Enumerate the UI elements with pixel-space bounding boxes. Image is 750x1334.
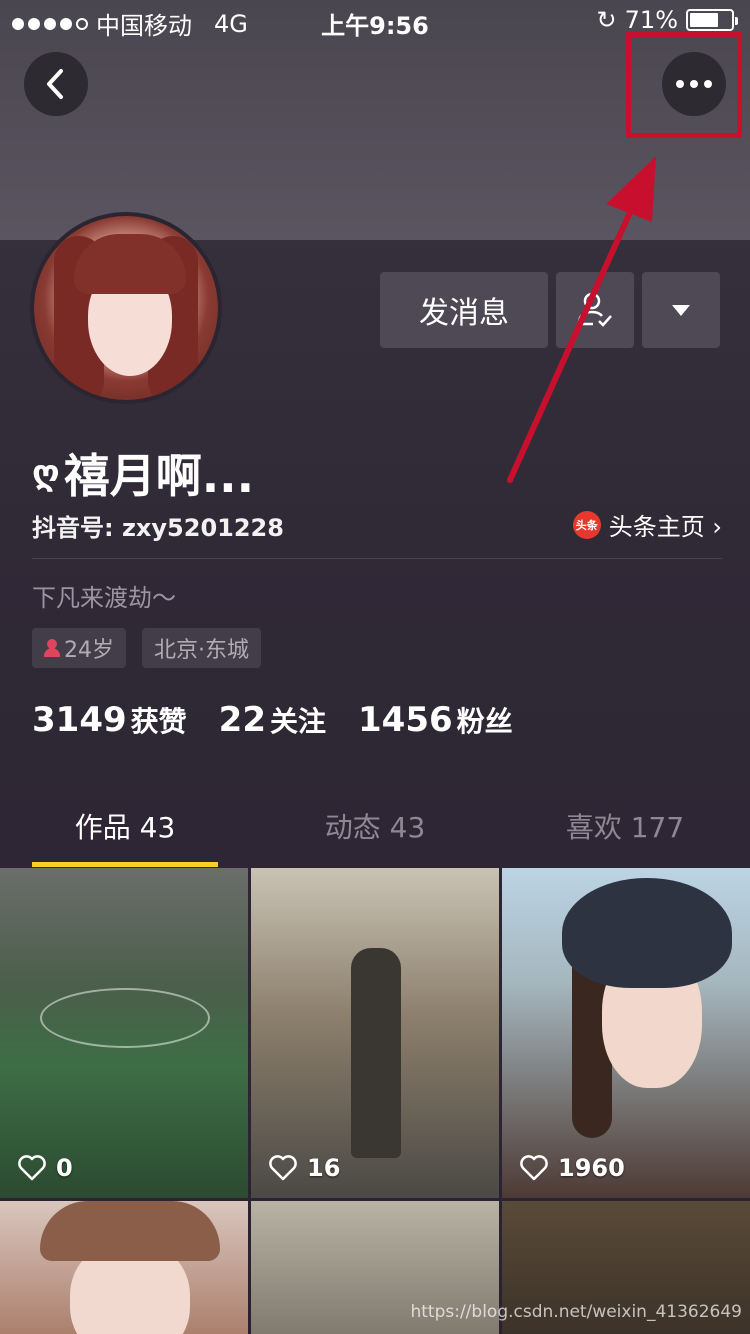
toutiao-homepage-link[interactable]: 头条 头条主页 › <box>572 507 722 542</box>
caret-down-icon <box>672 304 690 316</box>
content-tabs: 作品 43 动态 43 喜欢 177 <box>0 806 750 868</box>
stats: 3149 获赞 22 关注 1456 粉丝 <box>32 700 513 740</box>
user-check-icon <box>577 292 612 327</box>
recommend-dropdown-button[interactable] <box>642 272 720 348</box>
like-count-value: 0 <box>56 1154 73 1182</box>
age-tag: 24岁 <box>32 628 126 668</box>
like-count: 0 <box>18 1154 73 1182</box>
chevron-left-icon <box>47 69 63 99</box>
battery-percent: 71% <box>624 6 678 34</box>
video-thumbnail[interactable] <box>0 1201 248 1334</box>
nickname: ღ 禧月啊... <box>32 440 254 506</box>
bio: 下凡来渡劫～ <box>32 584 176 612</box>
stat-num: 22 <box>218 700 266 740</box>
heart-icon <box>18 1155 46 1181</box>
heart-icon <box>269 1155 297 1181</box>
nickname-prefix: ღ <box>32 453 60 493</box>
age-label: 24岁 <box>64 638 114 663</box>
like-count: 1960 <box>520 1154 625 1182</box>
status-right: ↻ 71% <box>596 6 738 34</box>
like-count-value: 1960 <box>558 1154 625 1182</box>
female-icon <box>44 639 60 657</box>
divider <box>32 558 722 559</box>
stat-label: 获赞 <box>130 705 187 738</box>
send-message-button[interactable]: 发消息 <box>380 272 548 348</box>
toutiao-icon: 头条 <box>572 510 601 539</box>
douyin-id: 抖音号: zxy5201228 <box>32 514 284 542</box>
stat-num: 1456 <box>358 700 453 740</box>
stat-num: 3149 <box>32 700 127 740</box>
video-thumbnail[interactable]: 1960 <box>502 868 750 1198</box>
toutiao-link-label: 头条主页 › <box>608 513 722 541</box>
location-tag: 北京·东城 <box>142 628 261 668</box>
heart-icon <box>520 1155 548 1181</box>
video-thumbnail[interactable]: 0 <box>0 868 248 1198</box>
profile-screen: 中国移动 4G 上午9:56 ↻ 71% 发消息 ღ 禧月啊... 抖音号: z… <box>0 0 750 1334</box>
followers-stat[interactable]: 1456 粉丝 <box>358 700 513 740</box>
like-count: 16 <box>269 1154 340 1182</box>
active-tab-indicator <box>32 862 218 867</box>
tab-works[interactable]: 作品 43 <box>0 806 250 846</box>
likes-stat: 3149 获赞 <box>32 700 187 740</box>
watermark: https://blog.csdn.net/weixin_41362649 <box>410 1302 742 1322</box>
back-button[interactable] <box>24 52 88 116</box>
video-thumbnail[interactable]: 16 <box>251 868 499 1198</box>
stat-label: 粉丝 <box>456 705 513 738</box>
annotation-highlight-box <box>626 32 742 138</box>
like-count-value: 16 <box>307 1154 341 1182</box>
nickname-text: 禧月啊... <box>63 449 255 503</box>
tab-dynamic[interactable]: 动态 43 <box>250 806 500 846</box>
stat-label: 关注 <box>269 705 326 738</box>
followed-button[interactable] <box>556 272 634 348</box>
battery-icon <box>686 9 738 31</box>
avatar[interactable] <box>30 212 222 404</box>
rotation-lock-icon: ↻ <box>596 6 617 34</box>
following-stat[interactable]: 22 关注 <box>219 700 326 740</box>
tab-likes[interactable]: 喜欢 177 <box>500 806 750 846</box>
